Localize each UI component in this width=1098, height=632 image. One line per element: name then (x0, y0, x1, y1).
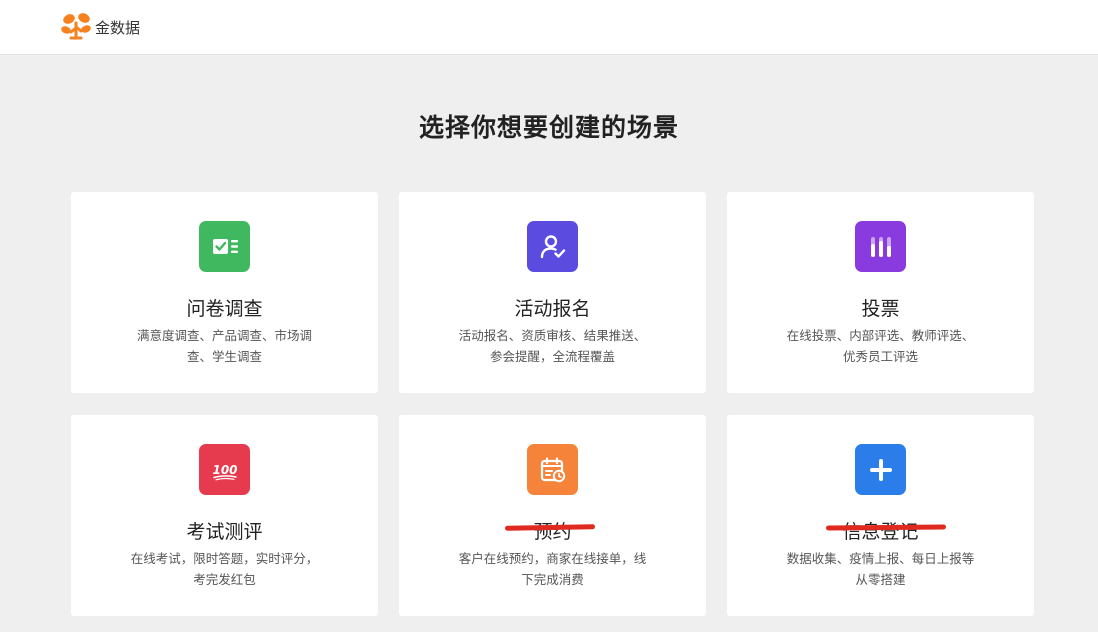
scene-card-appointment[interactable]: 预约 客户在线预约，商家在线接单，线 下完成消费 (399, 415, 706, 616)
scene-card-exam[interactable]: 100 考试测评 在线考试，限时答题，实时评分， 考完发红包 (71, 415, 378, 616)
survey-icon-box (199, 221, 250, 272)
card-title: 考试测评 (186, 521, 263, 543)
appointment-icon-box (527, 444, 578, 495)
score-100-icon: 100 (212, 463, 237, 480)
page-title: 选择你想要创建的场景 (418, 113, 679, 142)
plus-icon (869, 458, 892, 481)
card-description: 满意度调查、产品调查、市场调 查、学生调查 (111, 325, 338, 367)
card-desc-line2: 优秀员工评选 (842, 349, 918, 364)
card-title: 信息登记 (842, 521, 919, 543)
card-desc-line1: 在线考试，限时答题，实时评分， (130, 551, 319, 566)
exam-icon-box: 100 (199, 444, 250, 495)
card-desc-line2: 从零搭建 (855, 572, 906, 587)
scene-card-event-signup[interactable]: 活动报名 活动报名、资质审核、结果推送、 参会提醒，全流程覆盖 (399, 192, 706, 393)
svg-text:100: 100 (212, 463, 237, 477)
card-desc-line1: 活动报名、资质审核、结果推送、 (458, 328, 647, 343)
card-title: 活动报名 (514, 298, 591, 320)
card-desc-line2: 查、学生调查 (186, 349, 262, 364)
card-description: 在线投票、内部评选、教师评选、 优秀员工评选 (767, 325, 994, 367)
card-desc-line1: 在线投票、内部评选、教师评选、 (786, 328, 975, 343)
card-desc-line1: 客户在线预约，商家在线接单，线 (458, 551, 647, 566)
card-description: 活动报名、资质审核、结果推送、 参会提醒，全流程覆盖 (439, 325, 666, 367)
scene-card-info-registration[interactable]: 信息登记 数据收集、疫情上报、每日上报等 从零搭建 (727, 415, 1034, 616)
survey-checkbox-icon (212, 238, 238, 254)
top-bar: 金数据 (0, 0, 1098, 55)
red-strike-annotation (825, 524, 947, 531)
logo[interactable]: 金数据 (60, 10, 140, 44)
registration-icon-box (855, 444, 906, 495)
card-description: 数据收集、疫情上报、每日上报等 从零搭建 (767, 548, 994, 590)
vote-bars-icon (870, 236, 891, 257)
scene-card-survey[interactable]: 问卷调查 满意度调查、产品调查、市场调 查、学生调查 (71, 192, 378, 393)
card-title: 预约 (533, 521, 572, 543)
logo-tree-icon (61, 13, 91, 40)
card-title: 问卷调查 (186, 298, 263, 320)
card-description: 客户在线预约，商家在线接单，线 下完成消费 (439, 548, 666, 590)
card-title: 投票 (861, 298, 900, 320)
user-check-icon (540, 234, 565, 258)
scene-card-vote[interactable]: 投票 在线投票、内部评选、教师评选、 优秀员工评选 (727, 192, 1034, 393)
card-desc-line2: 考完发红包 (193, 572, 256, 587)
signup-icon-box (527, 221, 578, 272)
card-desc-line1: 满意度调查、产品调查、市场调 (136, 328, 312, 343)
card-desc-line1: 数据收集、疫情上报、每日上报等 (786, 551, 975, 566)
vote-icon-box (855, 221, 906, 272)
card-description: 在线考试，限时答题，实时评分， 考完发红包 (111, 548, 338, 590)
calendar-clock-icon (540, 456, 565, 482)
logo-text: 金数据 (95, 18, 141, 37)
card-desc-line2: 参会提醒，全流程覆盖 (489, 349, 615, 364)
card-desc-line2: 下完成消费 (521, 572, 584, 587)
